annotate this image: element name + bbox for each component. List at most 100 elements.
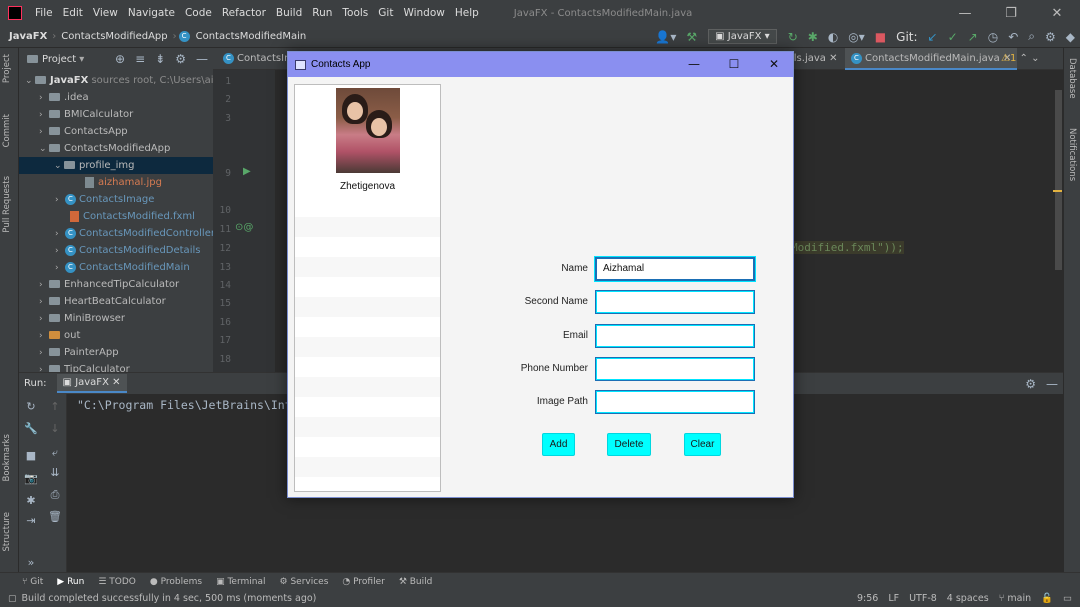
strip-tab-structure[interactable]: Structure: [2, 512, 12, 552]
maximize-icon[interactable]: ☐: [714, 52, 754, 77]
hide-panel-icon[interactable]: —: [191, 52, 213, 66]
menu-window[interactable]: Window: [398, 7, 449, 19]
menu-refactor[interactable]: Refactor: [217, 7, 271, 19]
hide-panel-icon[interactable]: —: [1041, 377, 1063, 391]
caret-position[interactable]: 9:56: [857, 593, 878, 604]
print-icon[interactable]: ⎙: [43, 488, 67, 502]
chevron-right-icon[interactable]: ›: [55, 226, 65, 243]
chevron-down-icon[interactable]: ⌄: [39, 141, 49, 158]
add-button[interactable]: Add: [542, 433, 575, 456]
bottom-tab-todo[interactable]: ☰ TODO: [98, 577, 136, 587]
menu-edit[interactable]: Edit: [58, 7, 88, 19]
tree-item[interactable]: › C ContactsModifiedMain: [19, 259, 213, 276]
collapse-all-icon[interactable]: ⇟: [150, 52, 170, 66]
name-input[interactable]: Aizhamal: [595, 257, 755, 281]
run-tab[interactable]: ▣ JavaFX ✕: [56, 374, 127, 393]
warning-marker[interactable]: [1053, 190, 1062, 192]
chevron-right-icon[interactable]: ›: [39, 311, 49, 328]
bottom-tab-terminal[interactable]: ▣ Terminal: [216, 577, 265, 587]
bottom-tab-services[interactable]: ⚙ Services: [280, 577, 329, 587]
line-separator[interactable]: LF: [888, 593, 899, 604]
chevron-right-icon[interactable]: ›: [39, 277, 49, 294]
chevron-down-icon[interactable]: ▾: [79, 54, 84, 65]
tree-item-selected[interactable]: ⌄ profile_img: [19, 157, 213, 174]
ide-close-icon[interactable]: ✕: [1034, 6, 1080, 21]
bottom-tab-git[interactable]: ⑂ Git: [22, 577, 43, 587]
scroll-to-end-icon[interactable]: ⇊: [43, 466, 67, 479]
options-gear-icon[interactable]: ⚙: [170, 52, 191, 66]
clear-button[interactable]: Clear: [684, 433, 721, 456]
strip-tab-bookmarks[interactable]: Bookmarks: [2, 434, 12, 482]
editor-tab-active[interactable]: C ContactsModifiedMain.java ✕: [845, 48, 1018, 70]
indent-setting[interactable]: 4 spaces: [947, 593, 989, 604]
ide-restore-icon[interactable]: ❐: [988, 6, 1034, 21]
dialog-title-bar[interactable]: Contacts App — ☐ ✕: [288, 52, 793, 77]
chevron-right-icon[interactable]: ›: [39, 362, 49, 372]
git-branch[interactable]: ⑂ main: [999, 593, 1031, 604]
exit-icon[interactable]: ⇥: [19, 514, 43, 527]
image-path-input[interactable]: [595, 390, 755, 414]
menu-git[interactable]: Git: [373, 7, 398, 19]
override-gutter-icon[interactable]: ⊙@: [235, 222, 253, 233]
tree-item[interactable]: › .idea: [19, 89, 213, 106]
menu-view[interactable]: View: [88, 7, 123, 19]
tree-item[interactable]: › HeartBeatCalculator: [19, 293, 213, 310]
strip-tab-notifications[interactable]: Notifications: [1067, 128, 1077, 181]
chevron-right-icon[interactable]: ›: [39, 294, 49, 311]
tree-item[interactable]: › EnhancedTipCalculator: [19, 276, 213, 293]
list-item[interactable]: Zhetigenova: [295, 85, 440, 197]
menu-code[interactable]: Code: [180, 7, 217, 19]
build-hammer-icon[interactable]: ⚒: [681, 30, 702, 44]
tree-item[interactable]: › C ContactsModifiedDetails: [19, 242, 213, 259]
chevron-down-icon[interactable]: ⌄: [25, 73, 35, 90]
ide-minimize-icon[interactable]: —: [942, 6, 988, 21]
bottom-tab-build[interactable]: ⚒ Build: [399, 577, 433, 587]
strip-tab-commit[interactable]: Commit: [2, 114, 12, 147]
chevron-right-icon[interactable]: ›: [55, 243, 65, 260]
more-icon[interactable]: »: [19, 556, 43, 569]
email-input[interactable]: [595, 324, 755, 348]
menu-tools[interactable]: Tools: [337, 7, 373, 19]
tree-item[interactable]: › BMICalculator: [19, 106, 213, 123]
debug-bug-icon[interactable]: ✱: [19, 494, 43, 507]
chevron-right-icon[interactable]: ›: [39, 124, 49, 141]
tree-item[interactable]: › TipCalculator: [19, 361, 213, 372]
git-history-icon[interactable]: ◷: [983, 30, 1003, 44]
menu-run[interactable]: Run: [307, 7, 337, 19]
menu-help[interactable]: Help: [450, 7, 484, 19]
tree-item[interactable]: › MiniBrowser: [19, 310, 213, 327]
user-account-icon[interactable]: 👤▾: [650, 30, 681, 44]
ide-logo-icon[interactable]: ◆: [1061, 30, 1080, 44]
file-encoding[interactable]: UTF-8: [909, 593, 937, 604]
contacts-list-view[interactable]: Zhetigenova: [294, 84, 441, 492]
search-everywhere-icon[interactable]: ⌕: [1023, 29, 1040, 44]
breadcrumb-module[interactable]: ContactsModifiedApp: [58, 31, 170, 42]
coverage-icon[interactable]: ◐: [823, 30, 843, 44]
warnings-indicator[interactable]: ⚠1 ⌃ ⌄: [995, 48, 1045, 70]
bottom-tab-profiler[interactable]: ◔ Profiler: [342, 577, 384, 587]
stop-icon[interactable]: ■: [870, 30, 891, 44]
strip-tab-database[interactable]: Database: [1067, 58, 1077, 99]
tree-item[interactable]: › PainterApp: [19, 344, 213, 361]
delete-button[interactable]: Delete: [607, 433, 651, 456]
phone-number-input[interactable]: [595, 357, 755, 381]
menu-file[interactable]: File: [30, 7, 58, 19]
chevron-right-icon[interactable]: ›: [39, 90, 49, 107]
tree-item[interactable]: aizhamal.jpg: [19, 174, 213, 191]
debug-icon[interactable]: ✱: [803, 30, 823, 44]
arrow-down-icon[interactable]: ↓: [43, 422, 67, 435]
close-icon[interactable]: ✕: [829, 53, 837, 64]
minimize-icon[interactable]: —: [674, 52, 714, 77]
run-configuration-select[interactable]: ▣ JavaFX ▾: [708, 29, 777, 44]
chevron-right-icon[interactable]: ›: [55, 192, 65, 209]
project-panel-title[interactable]: Project: [42, 54, 76, 65]
run-gutter-icon[interactable]: ▶: [243, 166, 251, 177]
second-name-input[interactable]: [595, 290, 755, 314]
breadcrumb-class[interactable]: ContactsModifiedMain: [193, 31, 310, 42]
close-icon[interactable]: ✕: [754, 52, 794, 77]
editor-scrollbar[interactable]: [1055, 90, 1062, 270]
tree-item[interactable]: ContactsModified.fxml: [19, 208, 213, 225]
rerun-icon[interactable]: ↻: [783, 30, 803, 44]
soft-wrap-icon[interactable]: ⤶: [43, 446, 67, 460]
chevron-right-icon[interactable]: ›: [39, 345, 49, 362]
